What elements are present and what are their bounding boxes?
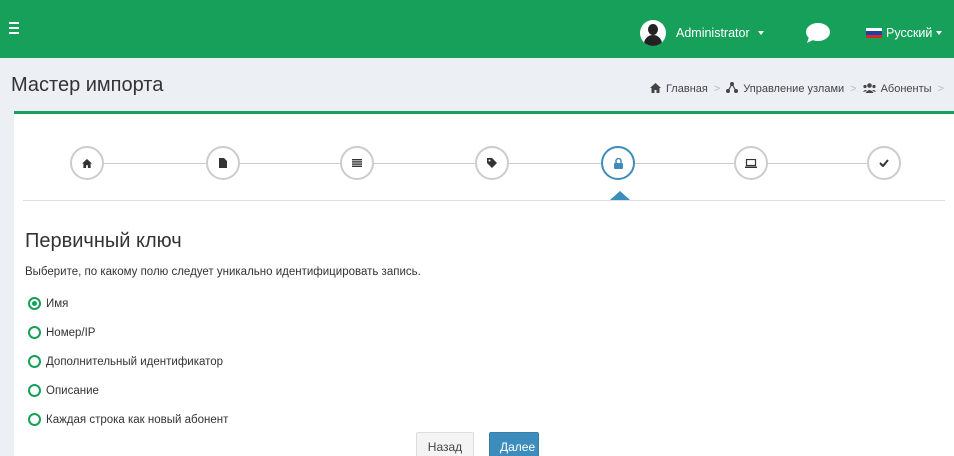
file-icon — [219, 158, 227, 168]
radio-button[interactable] — [28, 297, 41, 310]
divider — [23, 200, 945, 201]
russian-flag-icon — [866, 27, 882, 39]
avatar — [640, 20, 666, 46]
wizard-step-tag[interactable] — [475, 146, 509, 180]
users-icon — [862, 82, 876, 96]
language-selector[interactable]: Русский — [866, 26, 943, 40]
active-step-pointer — [610, 191, 630, 200]
laptop-icon — [745, 158, 757, 168]
check-icon — [879, 159, 889, 167]
breadcrumb-item-home[interactable]: Главная — [666, 83, 708, 95]
back-button[interactable]: Назад — [416, 432, 474, 456]
radio-label: Имя — [46, 297, 69, 310]
radio-button[interactable] — [28, 326, 41, 339]
breadcrumb-item-nodes[interactable]: Управление узлами — [743, 83, 844, 95]
section-title: Первичный ключ — [25, 230, 182, 252]
page-title: Мастер импорта — [11, 74, 164, 96]
wizard-step-home[interactable] — [70, 146, 104, 180]
chat-icon[interactable] — [805, 22, 831, 44]
radio-label: Каждая строка как новый абонент — [46, 413, 229, 426]
sitemap-icon — [726, 82, 739, 96]
list-icon — [352, 159, 362, 167]
radio-button[interactable] — [28, 413, 41, 426]
primary-key-options: Имя Номер/IP Дополнительный идентификато… — [28, 289, 228, 434]
user-name: Administrator — [676, 26, 750, 40]
import-wizard-box: Первичный ключ Выберите, по какому полю … — [14, 111, 954, 456]
tag-icon — [487, 158, 497, 168]
radio-label: Дополнительный идентификатор — [46, 355, 224, 368]
top-navbar: Administrator Русский — [0, 0, 954, 58]
radio-option-extra-id[interactable]: Дополнительный идентификатор — [28, 347, 228, 376]
language-label: Русский — [886, 26, 933, 40]
caret-down-icon — [936, 31, 943, 35]
caret-down-icon — [757, 31, 764, 35]
radio-button[interactable] — [28, 384, 41, 397]
menu-icon[interactable] — [9, 22, 19, 34]
radio-option-number-ip[interactable]: Номер/IP — [28, 318, 228, 347]
user-menu[interactable]: Administrator — [640, 20, 764, 46]
lock-icon — [613, 157, 623, 169]
home-icon — [82, 158, 92, 168]
radio-button[interactable] — [28, 355, 41, 368]
radio-option-name[interactable]: Имя — [28, 289, 228, 318]
home-icon — [649, 82, 661, 96]
radio-option-description[interactable]: Описание — [28, 376, 228, 405]
wizard-step-laptop[interactable] — [734, 146, 768, 180]
section-description: Выберите, по какому полю следует уникаль… — [25, 266, 421, 278]
breadcrumb-separator: > — [850, 83, 857, 95]
wizard-step-file[interactable] — [206, 146, 240, 180]
breadcrumb-separator: > — [937, 83, 944, 95]
radio-label: Описание — [46, 384, 99, 397]
wizard-step-list[interactable] — [340, 146, 374, 180]
breadcrumb-item-subscribers[interactable]: Абоненты — [881, 83, 932, 95]
next-button[interactable]: Далее — [489, 432, 539, 456]
wizard-step-check[interactable] — [867, 146, 901, 180]
radio-label: Номер/IP — [46, 326, 96, 339]
wizard-step-lock[interactable] — [601, 146, 635, 180]
breadcrumb-separator: > — [713, 83, 721, 95]
breadcrumb: Главная > Управление узлами > Абоненты > — [649, 82, 950, 96]
radio-option-each-row-new[interactable]: Каждая строка как новый абонент — [28, 405, 228, 434]
